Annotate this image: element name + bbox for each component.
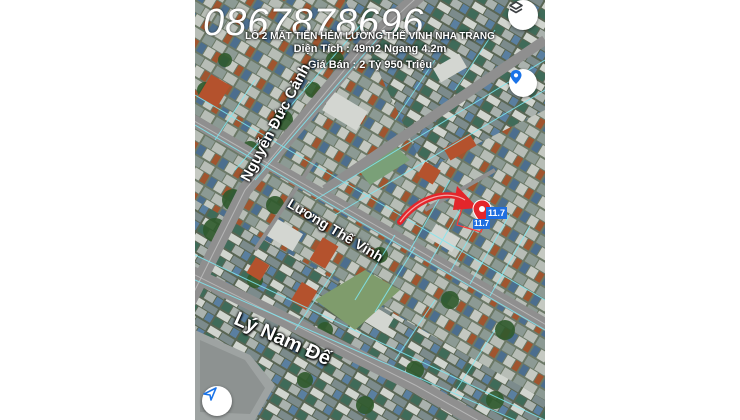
navigate-button[interactable] [202,386,232,416]
navigation-arrow-icon [203,387,217,401]
listing-headline: LÔ 2 MẶT TIỀN HẺM LƯƠNG THẾ VINH NHA TRA… [245,31,495,42]
location-pin-icon [510,70,522,84]
listing-area: Diện Tích : 49m2 Ngang 4.2m [293,43,447,55]
layers-icon [509,1,523,14]
parcel-label-small: 11.7 [473,219,491,229]
listing-price: Giá Bán : 2 Tỷ 950 Triệu [307,59,433,71]
satellite-map[interactable]: 11.7 11.7 0867878696 LÔ 2 MẶT TIỀN HẺM L… [195,0,545,420]
location-button[interactable] [509,69,537,97]
parcel-label: 11.7 [486,207,508,219]
layers-button[interactable] [508,0,538,30]
